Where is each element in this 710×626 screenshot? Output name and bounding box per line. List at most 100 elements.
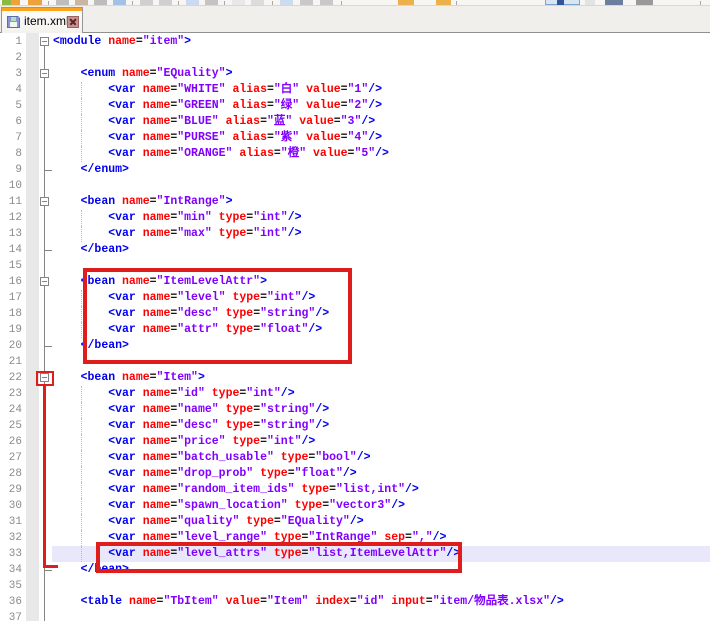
line-number: 11	[0, 194, 22, 210]
code-text[interactable]: <var name="name" type="string"/>	[53, 402, 329, 418]
line-number: 25	[0, 418, 22, 434]
line-number: 17	[0, 290, 22, 306]
toolbar-icon-fragment[interactable]	[320, 0, 333, 5]
code-text[interactable]: <var name="BLUE" alias="蓝" value="3"/>	[53, 114, 375, 130]
code-text[interactable]: </bean>	[53, 562, 129, 578]
toolbar-icon-fragment[interactable]	[251, 0, 264, 5]
toolbar-icon-fragment[interactable]	[557, 0, 564, 5]
code-text[interactable]: </bean>	[53, 242, 129, 258]
fold-toggle-icon[interactable]	[40, 37, 49, 46]
code-text[interactable]: <var name="random_item_ids" type="list,i…	[53, 482, 419, 498]
toolbar-separator	[341, 1, 342, 5]
code-text[interactable]: <var name="ORANGE" alias="橙" value="5"/>	[53, 146, 389, 162]
line-number: 31	[0, 514, 22, 530]
line-number: 15	[0, 258, 22, 274]
toolbar-icon-fragment[interactable]	[636, 0, 653, 5]
fold-end-marker	[45, 250, 52, 251]
line-number: 37	[0, 610, 22, 626]
toolbar-icon-fragment[interactable]	[398, 0, 414, 5]
line-number: 16	[0, 274, 22, 290]
line-number: 8	[0, 146, 22, 162]
line-number: 4	[0, 82, 22, 98]
fold-toggle-icon[interactable]	[40, 277, 49, 286]
code-text[interactable]: <var name="GREEN" alias="绿" value="2"/>	[53, 98, 382, 114]
toolbar-icon-fragment[interactable]	[205, 0, 218, 5]
code-text[interactable]: <var name="level_attrs" type="list,ItemL…	[53, 546, 460, 562]
code-text[interactable]: </enum>	[53, 162, 129, 178]
toolbar-separator	[48, 1, 49, 5]
line-number: 30	[0, 498, 22, 514]
line-number: 26	[0, 434, 22, 450]
toolbar-icon-fragment[interactable]	[300, 0, 313, 5]
toolbar-separator	[272, 1, 273, 5]
toolbar-separator	[178, 1, 179, 5]
line-number: 13	[0, 226, 22, 242]
line-number: 5	[0, 98, 22, 114]
toolbar-icon-fragment[interactable]	[11, 0, 20, 5]
code-text[interactable]: <var name="desc" type="string"/>	[53, 418, 329, 434]
line-number: 22	[0, 370, 22, 386]
toolbar-icon-fragment[interactable]	[186, 0, 199, 5]
toolbar-icon-fragment[interactable]	[28, 0, 42, 5]
code-text[interactable]: <var name="batch_usable" type="bool"/>	[53, 450, 371, 466]
tab-item-xml[interactable]: item.xml	[1, 7, 83, 33]
toolbar-icon-fragment[interactable]	[605, 0, 623, 5]
toolbar-icon-fragment[interactable]	[436, 0, 451, 5]
code-text[interactable]: <bean name="Item">	[53, 370, 205, 386]
code-text[interactable]: <bean name="IntRange">	[53, 194, 232, 210]
fold-toggle-icon[interactable]	[40, 69, 49, 78]
fold-end-marker	[45, 346, 52, 347]
code-text[interactable]: <var name="desc" type="string"/>	[53, 306, 329, 322]
line-number: 12	[0, 210, 22, 226]
toolbar-icon-fragment[interactable]	[2, 0, 11, 5]
line-number: 7	[0, 130, 22, 146]
code-text[interactable]: <var name="max" type="int"/>	[53, 226, 302, 242]
code-text[interactable]: <var name="PURSE" alias="紫" value="4"/>	[53, 130, 382, 146]
toolbar-icon-fragment[interactable]	[94, 0, 107, 5]
save-icon	[7, 16, 20, 28]
fold-guide-line	[44, 46, 45, 621]
toolbar-icon-fragment[interactable]	[159, 0, 172, 5]
toolbar-icon-fragment[interactable]	[56, 0, 69, 5]
code-text[interactable]: <table name="TbItem" value="Item" index=…	[53, 594, 564, 610]
code-text[interactable]: <var name="quality" type="EQuality"/>	[53, 514, 364, 530]
code-text[interactable]: <var name="min" type="int"/>	[53, 210, 302, 226]
code-text[interactable]: <var name="level" type="int"/>	[53, 290, 315, 306]
toolbar-icon-fragment[interactable]	[113, 0, 126, 5]
tab-bar: item.xml	[0, 6, 710, 33]
line-number: 10	[0, 178, 22, 194]
notepad-window: { "tab": { "title": "item.xml" }, "icons…	[0, 0, 710, 621]
code-text[interactable]: </bean>	[53, 338, 129, 354]
code-text[interactable]: <var name="WHITE" alias="白" value="1"/>	[53, 82, 382, 98]
toolbar-icon-fragment[interactable]	[75, 0, 88, 5]
line-number: 35	[0, 578, 22, 594]
fold-toggle-icon[interactable]	[40, 373, 49, 382]
toolbar-icon-fragment[interactable]	[585, 0, 595, 5]
code-text[interactable]: <var name="spawn_location" type="vector3…	[53, 498, 405, 514]
toolbar-separator	[456, 1, 457, 5]
line-number: 32	[0, 530, 22, 546]
fold-end-marker	[45, 570, 52, 571]
code-text[interactable]: <var name="drop_prob" type="float"/>	[53, 466, 357, 482]
toolbar-separator	[132, 1, 133, 5]
code-text[interactable]: <var name="attr" type="float"/>	[53, 322, 322, 338]
fold-toggle-icon[interactable]	[40, 197, 49, 206]
code-text[interactable]: <bean name="ItemLevelAttr">	[53, 274, 267, 290]
line-number: 14	[0, 242, 22, 258]
code-text[interactable]: <var name="id" type="int"/>	[53, 386, 295, 402]
line-number: 36	[0, 594, 22, 610]
code-text[interactable]: <var name="level_range" type="IntRange" …	[53, 530, 446, 546]
toolbar-icon-fragment[interactable]	[140, 0, 153, 5]
tab-close-button[interactable]	[67, 16, 79, 28]
code-text[interactable]: <module name="item">	[53, 34, 191, 50]
line-number: 2	[0, 50, 22, 66]
active-tab-accent	[2, 8, 82, 11]
code-text[interactable]: <var name="price" type="int"/>	[53, 434, 315, 450]
code-editor[interactable]: 1<module name="item">23 <enum name="EQua…	[0, 33, 710, 621]
toolbar-icon-fragment[interactable]	[280, 0, 293, 5]
toolbar-icon-fragment[interactable]	[232, 0, 245, 5]
line-number: 21	[0, 354, 22, 370]
code-text[interactable]: <enum name="EQuality">	[53, 66, 232, 82]
toolbar-separator	[700, 1, 701, 5]
line-number: 19	[0, 322, 22, 338]
